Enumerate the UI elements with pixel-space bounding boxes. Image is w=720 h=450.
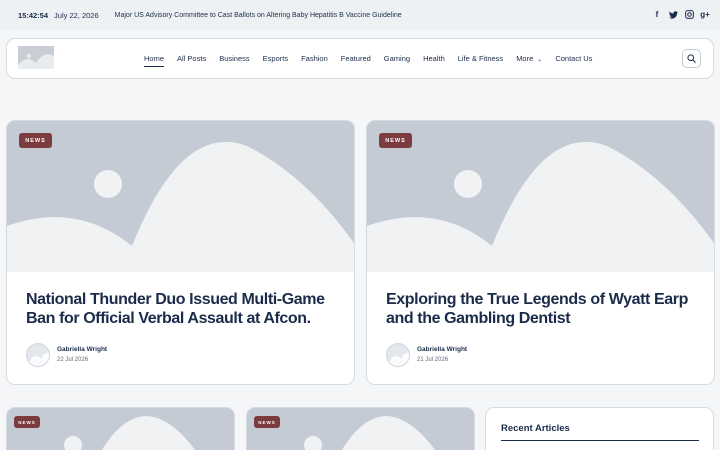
site-logo[interactable] bbox=[18, 46, 54, 69]
nav-more[interactable]: More ⌄ bbox=[516, 54, 542, 63]
divider bbox=[501, 440, 699, 441]
category-badge[interactable]: NEWS bbox=[19, 133, 52, 148]
post-title[interactable]: Exploring the True Legends of Wyatt Earp… bbox=[386, 290, 704, 328]
facebook-icon[interactable]: f bbox=[652, 9, 662, 20]
author-name[interactable]: Gabriella Wright bbox=[57, 346, 107, 353]
recent-articles-widget: Recent Articles bbox=[485, 407, 714, 450]
chevron-down-icon: ⌄ bbox=[537, 57, 543, 63]
nav-health[interactable]: Health bbox=[423, 54, 445, 63]
nav-fashion[interactable]: Fashion bbox=[301, 54, 328, 63]
nav-home[interactable]: Home bbox=[144, 54, 165, 67]
current-date: July 22, 2026 bbox=[54, 10, 99, 20]
featured-card[interactable]: NEWS National Thunder Duo Issued Multi-G… bbox=[6, 120, 355, 385]
post-title[interactable]: National Thunder Duo Issued Multi-Game B… bbox=[26, 290, 344, 328]
nav-esports[interactable]: Esports bbox=[263, 54, 288, 63]
twitter-icon[interactable] bbox=[668, 9, 678, 20]
post-card[interactable]: NEWS bbox=[6, 407, 235, 450]
nav-life-fitness[interactable]: Life & Fitness bbox=[458, 54, 503, 63]
search-button[interactable] bbox=[682, 49, 701, 68]
site-header: Home All Posts Business Esports Fashion … bbox=[6, 38, 714, 79]
nav-all-posts[interactable]: All Posts bbox=[177, 54, 206, 63]
clock: 15:42:54 bbox=[18, 10, 49, 20]
post-thumbnail[interactable] bbox=[7, 121, 354, 272]
top-bar: 15:42:54 July 22, 2026 Major US Advisory… bbox=[0, 0, 720, 30]
post-date: 21 Jul 2026 bbox=[417, 357, 449, 363]
post-date: 22 Jul 2026 bbox=[57, 357, 89, 363]
author-avatar bbox=[386, 343, 410, 367]
post-thumbnail[interactable] bbox=[7, 408, 234, 450]
author-avatar bbox=[26, 343, 50, 367]
nav-more-label: More bbox=[516, 54, 534, 63]
post-card[interactable]: NEWS bbox=[246, 407, 475, 450]
instagram-icon[interactable] bbox=[684, 9, 694, 20]
nav-business[interactable]: Business bbox=[219, 54, 249, 63]
google-plus-icon[interactable]: g+ bbox=[700, 9, 710, 20]
post-thumbnail[interactable] bbox=[367, 121, 714, 272]
nav-featured[interactable]: Featured bbox=[341, 54, 371, 63]
nav-contact-us[interactable]: Contact Us bbox=[555, 54, 592, 63]
category-badge[interactable]: NEWS bbox=[14, 416, 40, 428]
search-icon bbox=[687, 54, 696, 63]
author-name[interactable]: Gabriella Wright bbox=[417, 346, 467, 353]
category-badge[interactable]: NEWS bbox=[379, 133, 412, 148]
news-ticker[interactable]: Major US Advisory Committee to Cast Ball… bbox=[115, 12, 402, 19]
category-badge[interactable]: NEWS bbox=[254, 416, 280, 428]
main-nav: Home All Posts Business Esports Fashion … bbox=[144, 39, 605, 78]
nav-gaming[interactable]: Gaming bbox=[384, 54, 410, 63]
social-links: f g+ bbox=[652, 9, 710, 20]
widget-heading: Recent Articles bbox=[501, 423, 570, 434]
featured-card[interactable]: NEWS Exploring the True Legends of Wyatt… bbox=[366, 120, 715, 385]
post-thumbnail[interactable] bbox=[247, 408, 474, 450]
